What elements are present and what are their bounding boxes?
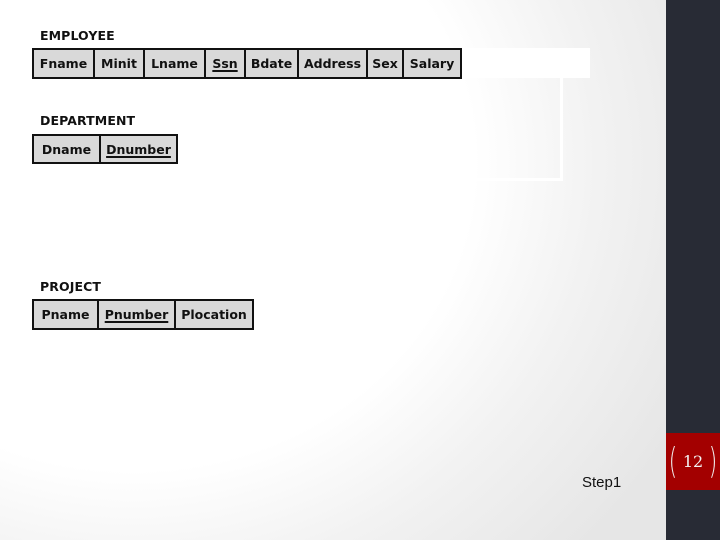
- attribute-cell: Lname: [145, 50, 206, 77]
- relation-department: Dname Dnumber: [32, 134, 178, 164]
- relation-title-project: PROJECT: [40, 279, 102, 294]
- attribute-cell: Dname: [34, 136, 101, 162]
- right-bracket-icon: ): [708, 440, 718, 482]
- placeholder-bar: [462, 48, 590, 78]
- attribute-label: Dname: [41, 141, 92, 157]
- relation-employee: Fname Minit Lname Ssn Bdate Address Sex …: [32, 48, 462, 79]
- attribute-cell: Minit: [95, 50, 145, 77]
- attribute-cell: Salary: [404, 50, 460, 77]
- page-number: 12: [682, 452, 704, 471]
- slide-canvas: EMPLOYEE Fname Minit Lname Ssn Bdate Add…: [0, 0, 666, 540]
- primary-key-cell: Pnumber: [99, 301, 176, 328]
- primary-key-label: Ssn: [212, 56, 238, 71]
- attribute-cell: Fname: [34, 50, 95, 77]
- attribute-label: Bdate: [250, 56, 293, 71]
- attribute-label: Minit: [101, 56, 137, 71]
- attribute-label: Fname: [39, 56, 88, 71]
- primary-key-label: Dnumber: [106, 141, 171, 157]
- attribute-cell: Address: [299, 50, 368, 77]
- primary-key-cell: Dnumber: [101, 136, 176, 162]
- primary-key-label: Pnumber: [104, 307, 169, 322]
- attribute-cell: Bdate: [246, 50, 299, 77]
- attribute-label: Address: [303, 56, 362, 71]
- attribute-label: Salary: [409, 56, 455, 71]
- attribute-label: Pname: [41, 307, 90, 322]
- placeholder-outline: [152, 78, 563, 181]
- relation-title-employee: EMPLOYEE: [40, 28, 115, 43]
- attribute-cell: Pname: [34, 301, 99, 328]
- attribute-label: Plocation: [181, 307, 247, 322]
- left-bracket-icon: (: [668, 440, 678, 482]
- primary-key-cell: Ssn: [206, 50, 246, 77]
- attribute-label: Lname: [151, 56, 198, 71]
- attribute-cell: Plocation: [176, 301, 252, 328]
- relation-project: Pname Pnumber Plocation: [32, 299, 254, 330]
- step-label: Step1: [582, 474, 622, 491]
- page-number-badge: ( 12 ): [666, 433, 720, 490]
- relation-title-department: DEPARTMENT: [40, 113, 136, 128]
- attribute-cell: Sex: [368, 50, 404, 77]
- attribute-label: Sex: [372, 56, 398, 71]
